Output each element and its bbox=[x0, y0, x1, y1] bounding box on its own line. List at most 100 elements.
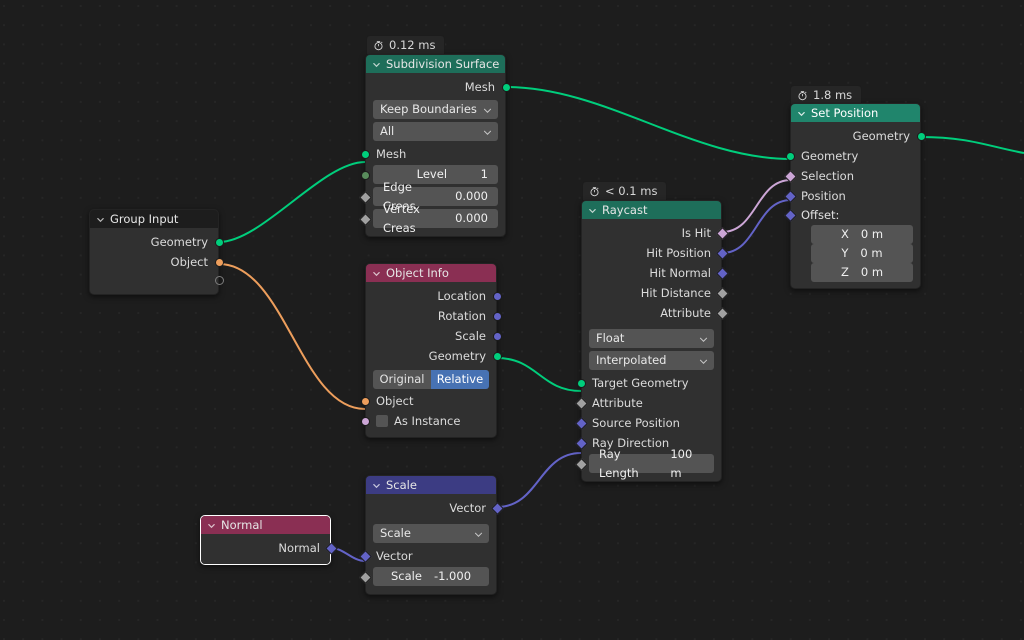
toggle-option-relative[interactable]: Relative bbox=[431, 370, 489, 389]
socket-row-geometry-in[interactable]: Geometry bbox=[785, 146, 920, 166]
socket-edge-crease-input[interactable] bbox=[358, 190, 372, 204]
chevron-down-icon[interactable] bbox=[797, 109, 806, 118]
chevron-down-icon[interactable] bbox=[207, 521, 216, 530]
checkbox-as-instance[interactable] bbox=[376, 415, 388, 427]
socket-ray-direction-input[interactable] bbox=[574, 436, 588, 450]
socket-vertex-crease-input[interactable] bbox=[358, 212, 372, 226]
socket-scale-output[interactable] bbox=[492, 331, 502, 341]
chevron-down-icon[interactable] bbox=[96, 215, 105, 224]
chevron-down-icon[interactable] bbox=[372, 481, 381, 490]
node-header-group-input[interactable]: Group Input bbox=[90, 210, 218, 228]
socket-vector-input[interactable] bbox=[358, 549, 372, 563]
socket-row-attribute-in[interactable]: Attribute bbox=[574, 393, 721, 413]
socket-row-source-position-in[interactable]: Source Position bbox=[574, 413, 721, 433]
field-vertex-crease[interactable]: Vertex Creas 0.000 bbox=[373, 202, 498, 235]
socket-location-output[interactable] bbox=[492, 291, 502, 301]
socket-row-rotation-out[interactable]: Rotation bbox=[366, 306, 502, 326]
node-header-normal[interactable]: Normal bbox=[201, 516, 330, 534]
chevron-down-icon[interactable] bbox=[372, 60, 381, 69]
socket-geometry-input[interactable] bbox=[785, 151, 795, 161]
socket-row-vector-out[interactable]: Vector bbox=[366, 498, 504, 518]
dropdown-data-type[interactable]: Float bbox=[589, 329, 714, 348]
toggle-option-original[interactable]: Original bbox=[373, 370, 431, 389]
node-subdivision-surface[interactable]: Subdivision Surface Mesh Keep Boundaries… bbox=[358, 54, 511, 237]
node-header-raycast[interactable]: Raycast bbox=[582, 201, 721, 219]
socket-geometry-output[interactable] bbox=[916, 131, 926, 141]
socket-position-input[interactable] bbox=[783, 189, 797, 203]
socket-row-object-in[interactable]: Object bbox=[360, 391, 496, 411]
chevron-down-icon[interactable] bbox=[483, 107, 492, 114]
socket-geometry-output[interactable] bbox=[492, 351, 502, 361]
socket-row-location-out[interactable]: Location bbox=[366, 286, 502, 306]
socket-object-input[interactable] bbox=[360, 396, 370, 406]
socket-row-is-hit-out[interactable]: Is Hit bbox=[582, 223, 729, 243]
chevron-down-icon[interactable] bbox=[372, 269, 381, 278]
socket-row-vector-in[interactable]: Vector bbox=[358, 546, 496, 566]
dropdown-operation[interactable]: Scale bbox=[373, 524, 489, 543]
dropdown-uv-smooth[interactable]: Keep Boundaries bbox=[373, 100, 498, 119]
socket-geometry-output[interactable] bbox=[214, 237, 224, 247]
socket-row-ray-length[interactable]: Ray Length 100 m bbox=[574, 447, 721, 480]
socket-object-output[interactable] bbox=[214, 257, 224, 267]
socket-attribute-input[interactable] bbox=[574, 396, 588, 410]
socket-row-target-geometry-in[interactable]: Target Geometry bbox=[576, 373, 721, 393]
field-offset-z[interactable]: Z 0 m bbox=[811, 263, 913, 282]
toggle-transform-space[interactable]: Original Relative bbox=[373, 370, 489, 389]
socket-row-attribute-out[interactable]: Attribute bbox=[582, 303, 729, 323]
socket-row-vertex-crease[interactable]: Vertex Creas 0.000 bbox=[358, 202, 505, 235]
node-raycast[interactable]: Raycast Is Hit Hit Position Hit Normal H… bbox=[574, 200, 729, 482]
chevron-down-icon[interactable] bbox=[699, 358, 708, 365]
socket-row-mesh-in[interactable]: Mesh bbox=[360, 144, 505, 164]
socket-row-geometry-out[interactable]: Geometry bbox=[366, 346, 502, 366]
socket-source-position-input[interactable] bbox=[574, 416, 588, 430]
socket-attribute-output[interactable] bbox=[715, 306, 729, 320]
socket-hit-position-output[interactable] bbox=[715, 246, 729, 260]
field-offset-x[interactable]: X 0 m bbox=[811, 225, 913, 244]
socket-hit-distance-output[interactable] bbox=[715, 286, 729, 300]
socket-row-mesh-out[interactable]: Mesh bbox=[366, 77, 511, 97]
socket-normal-output[interactable] bbox=[324, 541, 338, 555]
socket-ray-length-input[interactable] bbox=[574, 457, 588, 471]
chevron-down-icon[interactable] bbox=[483, 129, 492, 136]
field-scale[interactable]: Scale -1.000 bbox=[373, 567, 489, 586]
socket-row-hit-normal-out[interactable]: Hit Normal bbox=[582, 263, 729, 283]
socket-level-input[interactable] bbox=[360, 170, 370, 180]
socket-row-scale-value[interactable]: Scale -1.000 bbox=[358, 567, 496, 588]
socket-selection-input[interactable] bbox=[783, 169, 797, 183]
socket-target-geometry-input[interactable] bbox=[576, 378, 586, 388]
socket-row-as-instance[interactable]: As Instance bbox=[360, 411, 496, 431]
node-group-input[interactable]: Group Input Geometry Object bbox=[89, 209, 224, 295]
node-header-set-position[interactable]: Set Position bbox=[791, 104, 920, 122]
field-ray-length[interactable]: Ray Length 100 m bbox=[589, 447, 714, 480]
chevron-down-icon[interactable] bbox=[588, 206, 597, 215]
socket-as-instance-input[interactable] bbox=[360, 416, 370, 426]
chevron-down-icon[interactable] bbox=[699, 336, 708, 343]
socket-virtual-output[interactable] bbox=[214, 275, 224, 285]
socket-is-hit-output[interactable] bbox=[715, 226, 729, 240]
offset-field-row-x[interactable]: X 0 m bbox=[791, 225, 920, 244]
node-header-subdivision-surface[interactable]: Subdivision Surface bbox=[366, 55, 505, 73]
field-offset-y[interactable]: Y 0 m bbox=[811, 244, 913, 263]
node-set-position[interactable]: Set Position Geometry Geometry Selection… bbox=[783, 103, 926, 289]
socket-row-geometry-out[interactable]: Geometry bbox=[90, 232, 224, 252]
socket-mesh-output[interactable] bbox=[501, 82, 511, 92]
socket-row-position-in[interactable]: Position bbox=[783, 186, 920, 206]
node-header-scale[interactable]: Scale bbox=[366, 476, 496, 494]
node-normal[interactable]: Normal Normal bbox=[200, 515, 338, 565]
socket-rotation-output[interactable] bbox=[492, 311, 502, 321]
socket-vector-output[interactable] bbox=[490, 501, 504, 515]
socket-offset-input[interactable] bbox=[783, 208, 797, 222]
socket-hit-normal-output[interactable] bbox=[715, 266, 729, 280]
socket-row-scale-out[interactable]: Scale bbox=[366, 326, 502, 346]
socket-row-virtual-out[interactable] bbox=[90, 272, 224, 288]
socket-scale-input[interactable] bbox=[358, 570, 372, 584]
socket-row-hit-distance-out[interactable]: Hit Distance bbox=[582, 283, 729, 303]
node-scale[interactable]: Scale Vector Scale Vector Scale -1.000 bbox=[358, 475, 504, 595]
socket-mesh-input[interactable] bbox=[360, 149, 370, 159]
chevron-down-icon[interactable] bbox=[474, 531, 483, 538]
socket-row-hit-position-out[interactable]: Hit Position bbox=[582, 243, 729, 263]
dropdown-mapping[interactable]: Interpolated bbox=[589, 351, 714, 370]
socket-row-offset-in[interactable]: Offset: bbox=[783, 206, 920, 225]
dropdown-boundary-smooth[interactable]: All bbox=[373, 122, 498, 141]
offset-field-row-z[interactable]: Z 0 m bbox=[791, 263, 920, 282]
